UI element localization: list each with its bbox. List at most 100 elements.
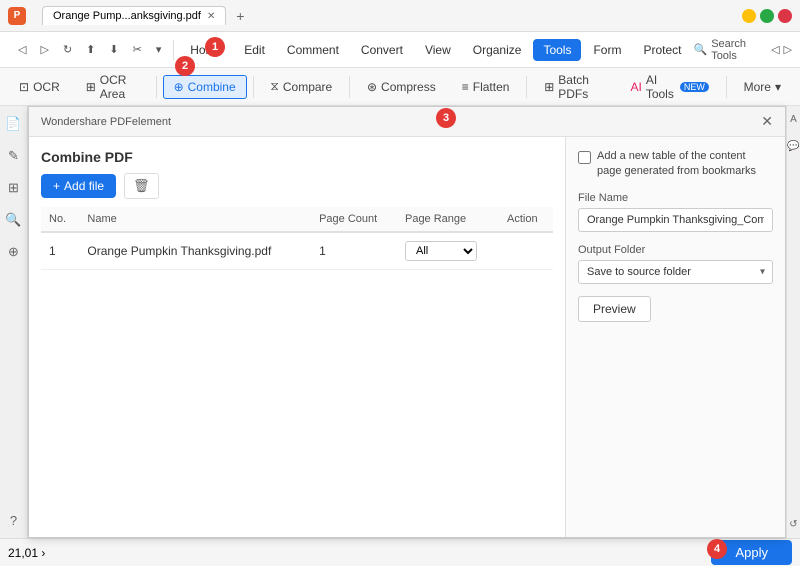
file-table: No. Name Page Count Page Range Action 1 … <box>41 207 553 270</box>
row-name: Orange Pumpkin Thanksgiving.pdf <box>79 232 311 270</box>
left-sidebar: 📄 ✎ ⊞ 🔍 ⊕ ? <box>0 106 28 538</box>
ai-badge: NEW <box>680 82 709 92</box>
menu-bar: ◁ ▷ ↻ ⬆ ⬇ ✂ ▾ Home Edit Comment Convert … <box>0 32 800 68</box>
col-name: Name <box>79 207 311 232</box>
file-name-field: File Name <box>578 192 773 232</box>
sidebar-layers-icon[interactable]: ⊕ <box>4 242 24 262</box>
sidebar-search-icon[interactable]: 🔍 <box>4 210 24 230</box>
maximize-btn[interactable] <box>760 9 774 23</box>
preview-label: Preview <box>593 302 636 316</box>
step-badge-1: 1 <box>205 37 225 57</box>
compare-btn[interactable]: ⧖ Compare <box>259 74 343 99</box>
nav-forward[interactable]: ▷ <box>784 43 792 56</box>
tab-label: Orange Pump...anksgiving.pdf <box>53 10 201 22</box>
page-range-select[interactable]: All Custom <box>405 241 477 261</box>
preview-btn[interactable]: Preview <box>578 296 651 322</box>
compare-label: Compare <box>283 80 332 94</box>
toolbar-refresh[interactable]: ↻ <box>57 40 78 59</box>
add-file-icon: + <box>53 179 60 193</box>
col-action: Action <box>499 207 553 232</box>
menu-tools[interactable]: Tools <box>533 39 581 61</box>
output-folder-select[interactable]: Save to source folder Choose folder... <box>578 260 773 284</box>
bottom-bar: 21,01 › Apply <box>0 538 800 566</box>
toolbar-back[interactable]: ◁ <box>12 40 32 59</box>
delete-file-btn[interactable]: 🗑 <box>124 173 159 199</box>
menu-form[interactable]: Form <box>583 39 631 61</box>
ocr-btn[interactable]: ⊡ OCR <box>8 75 71 99</box>
toolbar-forward[interactable]: ▷ <box>34 40 54 59</box>
minimize-btn[interactable] <box>742 9 756 23</box>
menu-sep-1 <box>173 40 174 60</box>
compress-btn[interactable]: ⊛ Compress <box>356 75 447 99</box>
right-sidebar-ai-icon[interactable]: A <box>790 114 797 125</box>
toolbar-cut[interactable]: ✂ <box>127 40 148 59</box>
combine-right: Add a new table of the content page gene… <box>565 137 785 537</box>
panel-area: Wondershare PDFelement ✕ Combine PDF + A… <box>28 106 786 538</box>
sidebar-edit-icon[interactable]: ✎ <box>4 146 24 166</box>
col-no: No. <box>41 207 79 232</box>
active-tab[interactable]: Orange Pump...anksgiving.pdf ✕ <box>42 6 226 25</box>
new-tab-btn[interactable]: + <box>230 6 250 26</box>
combine-title: Combine PDF <box>41 149 553 165</box>
toolbar-download[interactable]: ⬇ <box>103 40 124 59</box>
row-page-count: 1 <box>311 232 397 270</box>
toolbar-row: ⊡ OCR ⊞ OCR Area ⊕ Combine ⧖ Compare ⊛ C… <box>0 68 800 106</box>
combine-btn[interactable]: ⊕ Combine <box>163 75 247 99</box>
table-header-row: No. Name Page Count Page Range Action <box>41 207 553 232</box>
combine-left: Combine PDF + Add file 🗑 No. <box>29 137 565 537</box>
row-page-range[interactable]: All Custom <box>397 232 499 270</box>
sep-2 <box>253 76 254 98</box>
search-label: Search Tools <box>711 38 759 62</box>
ai-icon: AI <box>630 80 641 94</box>
menu-edit[interactable]: Edit <box>234 39 275 61</box>
add-file-btn[interactable]: + Add file <box>41 174 116 198</box>
row-action <box>499 232 553 270</box>
bookmark-checkbox[interactable] <box>578 151 591 164</box>
window-controls <box>742 9 792 23</box>
menu-convert[interactable]: Convert <box>351 39 413 61</box>
more-btn[interactable]: More ▾ <box>733 75 792 99</box>
menu-protect[interactable]: Protect <box>633 39 691 61</box>
compress-icon: ⊛ <box>367 80 377 94</box>
menu-comment[interactable]: Comment <box>277 39 349 61</box>
status-text: 21,01 › <box>8 546 45 560</box>
compress-label: Compress <box>381 80 436 94</box>
right-sidebar-chat-icon[interactable]: 💬 <box>787 141 799 152</box>
combine-toolbar: + Add file 🗑 <box>41 173 553 199</box>
sep-1 <box>156 76 157 98</box>
menu-view[interactable]: View <box>415 39 461 61</box>
sidebar-link-icon[interactable]: ? <box>4 510 24 530</box>
ocr-area-icon: ⊞ <box>86 80 96 94</box>
add-file-label: Add file <box>64 179 104 193</box>
batch-label: Batch PDFs <box>558 73 604 101</box>
ocr-icon: ⊡ <box>19 80 29 94</box>
sep-3 <box>349 76 350 98</box>
file-name-input[interactable] <box>578 208 773 232</box>
ai-label: AI Tools <box>646 73 674 101</box>
flatten-icon: ≡ <box>462 80 469 94</box>
ai-tools-btn[interactable]: AI AI Tools NEW <box>619 68 719 106</box>
toolbar-more[interactable]: ▾ <box>150 40 168 59</box>
right-sidebar-scroll[interactable]: ↺ <box>789 519 797 530</box>
flatten-btn[interactable]: ≡ Flatten <box>451 75 521 99</box>
batch-pdfs-btn[interactable]: ⊞ Batch PDFs <box>533 68 615 106</box>
ocr-area-btn[interactable]: ⊞ OCR Area <box>75 68 150 106</box>
sidebar-grid-icon[interactable]: ⊞ <box>4 178 24 198</box>
trash-icon: 🗑 <box>133 178 150 193</box>
combine-dialog: Wondershare PDFelement ✕ Combine PDF + A… <box>28 106 786 538</box>
row-no: 1 <box>41 232 79 270</box>
sidebar-pages-icon[interactable]: 📄 <box>4 114 24 134</box>
title-bar: P Orange Pump...anksgiving.pdf ✕ + <box>0 0 800 32</box>
search-icon: 🔍 <box>693 43 707 56</box>
menu-organize[interactable]: Organize <box>463 39 532 61</box>
toolbar-upload[interactable]: ⬆ <box>80 40 101 59</box>
close-btn[interactable] <box>778 9 792 23</box>
nav-back[interactable]: ◁ <box>771 43 779 56</box>
dialog-close-btn[interactable]: ✕ <box>761 113 773 130</box>
output-folder-field: Output Folder Save to source folder Choo… <box>578 244 773 284</box>
tab-close-btn[interactable]: ✕ <box>207 11 215 22</box>
ocr-label: OCR <box>33 80 60 94</box>
more-label: More <box>744 80 771 94</box>
output-folder-select-wrapper: Save to source folder Choose folder... <box>578 260 773 284</box>
combine-label: Combine <box>188 80 236 94</box>
